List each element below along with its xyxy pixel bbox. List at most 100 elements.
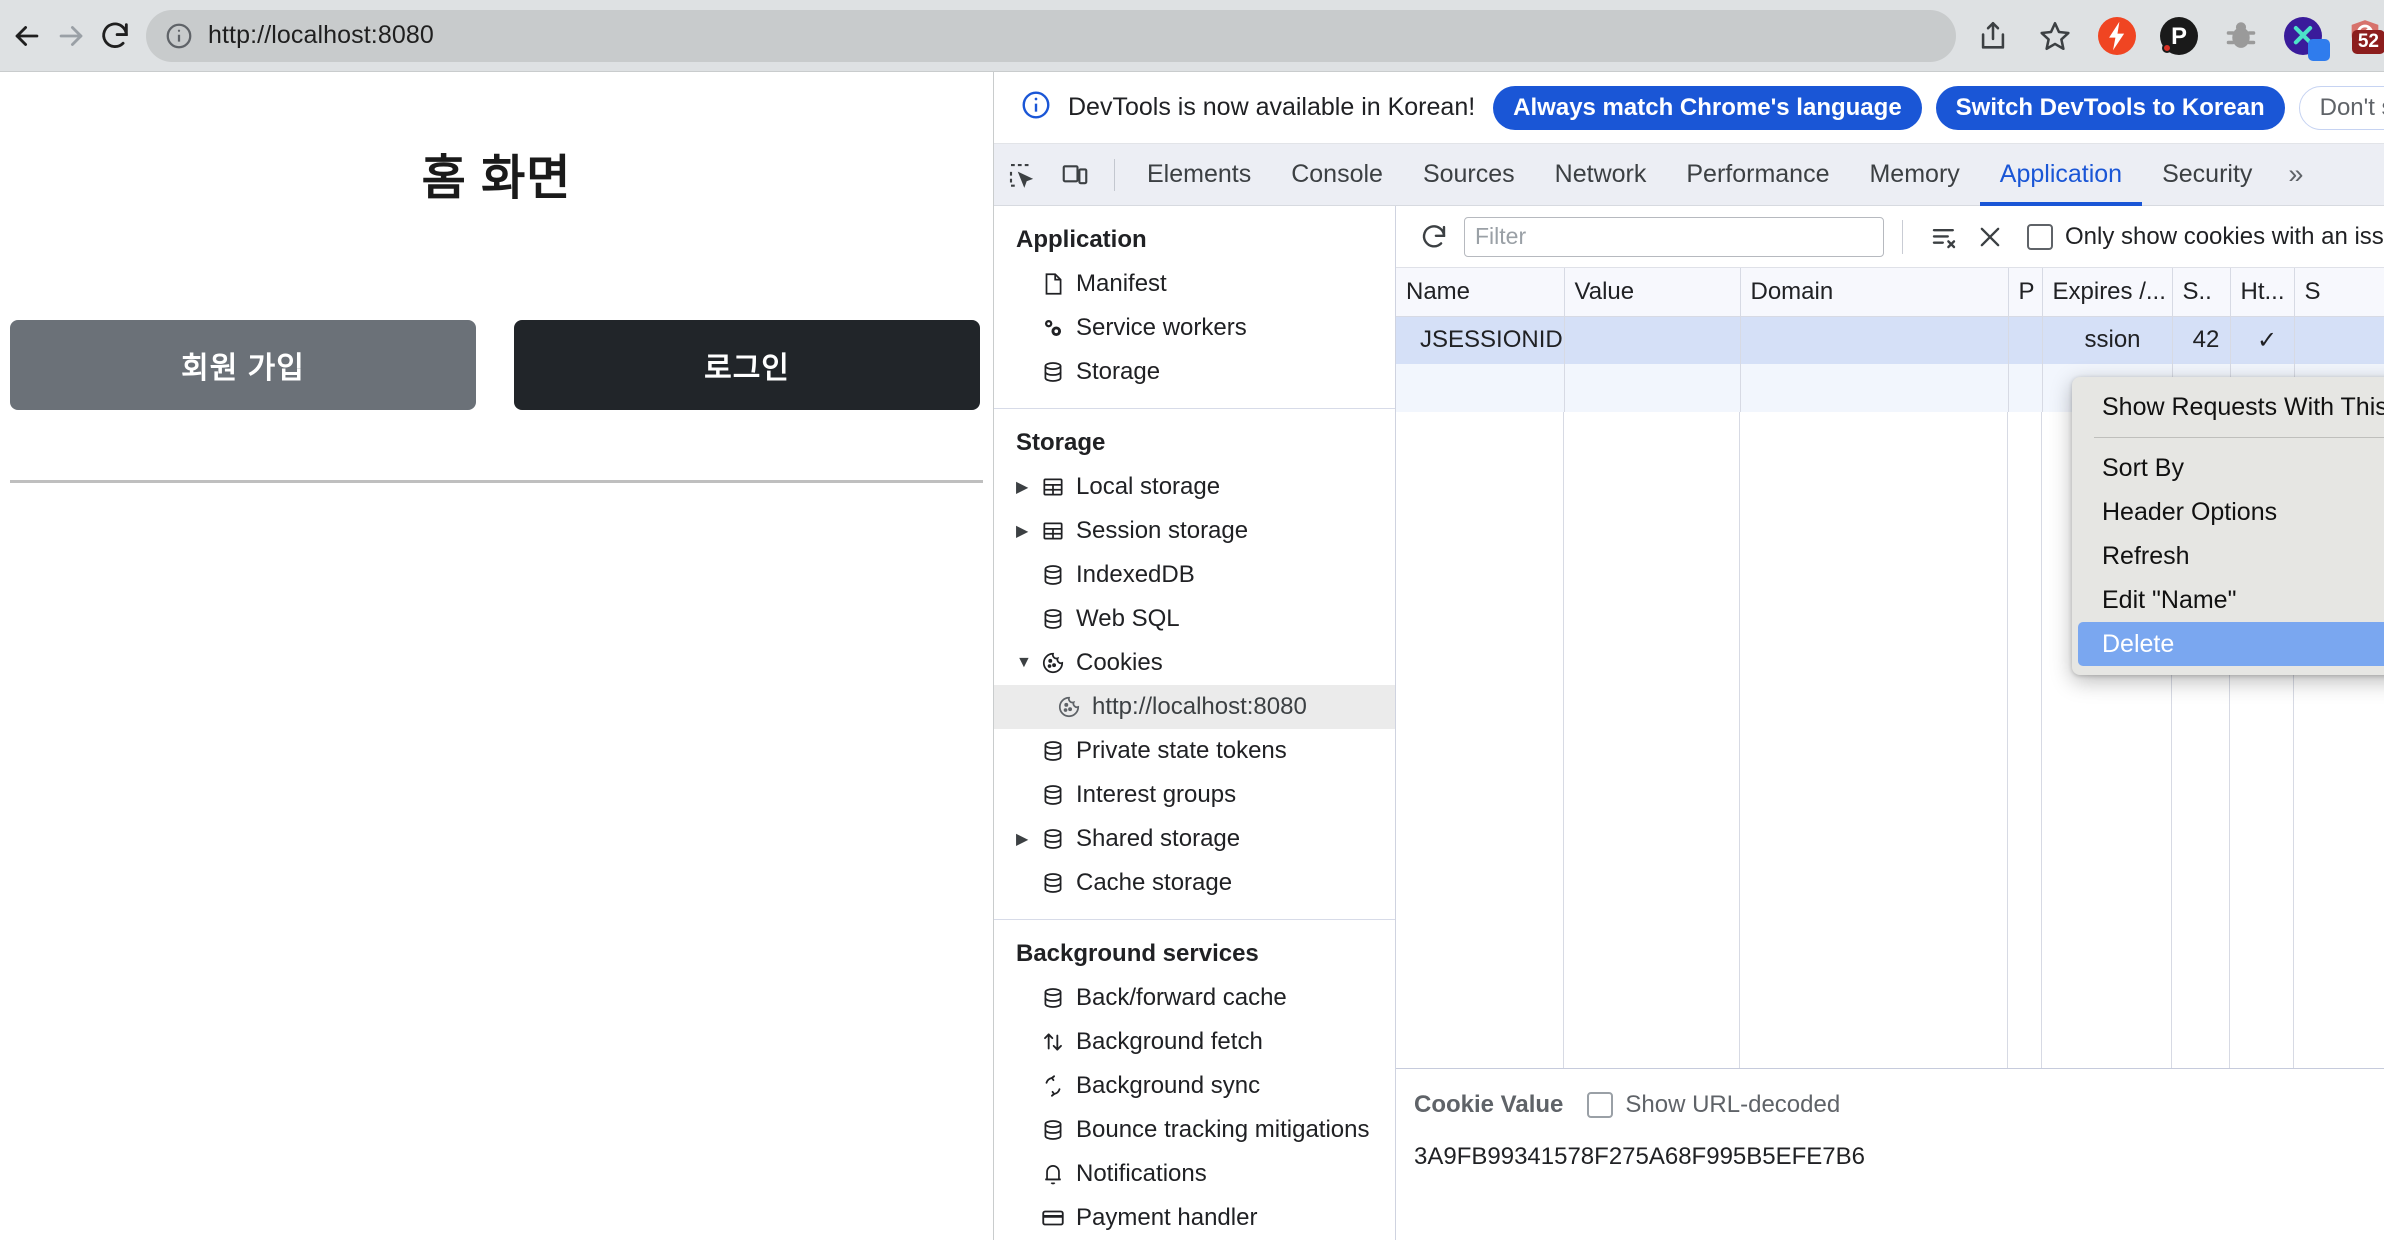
lightning-extension-icon[interactable] bbox=[2086, 5, 2148, 67]
tab-elements[interactable]: Elements bbox=[1127, 144, 1271, 206]
column-header-name[interactable]: Name bbox=[1396, 268, 1565, 317]
clear-all-cookies-icon[interactable] bbox=[1967, 214, 2013, 260]
database-icon bbox=[1040, 562, 1076, 588]
column-header-expires[interactable]: Expires /... bbox=[2042, 268, 2173, 317]
bug-extension-icon[interactable] bbox=[2210, 5, 2272, 67]
refresh-icon[interactable] bbox=[1412, 222, 1456, 252]
only-show-issues-checkbox[interactable] bbox=[2027, 223, 2053, 250]
context-menu-item-label: Refresh bbox=[2102, 541, 2190, 570]
sidebar-item-indexeddb[interactable]: ▶ IndexedDB bbox=[994, 553, 1395, 597]
context-menu-item-label: Edit "Name" bbox=[2102, 585, 2237, 614]
cell-size[interactable]: 42 bbox=[2172, 316, 2231, 364]
sidebar-item-background-fetch[interactable]: ▶ Background fetch bbox=[994, 1020, 1395, 1064]
more-tabs-icon[interactable]: » bbox=[2272, 144, 2319, 206]
context-menu-item-refresh[interactable]: Refresh bbox=[2078, 534, 2384, 578]
context-menu-item-show-requests[interactable]: Show Requests With This Cookie bbox=[2078, 385, 2384, 429]
sidebar-item-private-state-tokens[interactable]: ▶ Private state tokens bbox=[994, 729, 1395, 773]
sidebar-item-label: Back/forward cache bbox=[1076, 984, 1287, 1011]
sidebar-item-label: Bounce tracking mitigations bbox=[1076, 1116, 1370, 1143]
sidebar-item-local-storage[interactable]: ▶ Local storage bbox=[994, 465, 1395, 509]
show-url-decoded-label: Show URL-decoded bbox=[1625, 1091, 1841, 1118]
cell-httponly[interactable]: ✓ bbox=[2230, 316, 2295, 364]
pocket-extension-icon[interactable]: P bbox=[2148, 5, 2210, 67]
sidebar-item-label: Background fetch bbox=[1076, 1028, 1263, 1055]
sidebar-item-service-workers[interactable]: ▶ Service workers bbox=[994, 306, 1395, 350]
sidebar-item-payment-handler[interactable]: ▶ Payment handler bbox=[994, 1196, 1395, 1240]
cell-name[interactable]: JSESSIONID bbox=[1396, 316, 1565, 364]
tab-memory[interactable]: Memory bbox=[1849, 144, 1979, 206]
column-header-domain[interactable]: Domain bbox=[1740, 268, 2009, 317]
sync-icon bbox=[1040, 1073, 1076, 1099]
info-circle-icon[interactable] bbox=[164, 21, 194, 51]
column-header-httponly[interactable]: Ht... bbox=[2230, 268, 2295, 317]
cookie-value-text[interactable]: 3A9FB99341578F275A68F995B5EFE7B6 bbox=[1414, 1143, 2384, 1171]
sidebar-item-cache-storage[interactable]: ▶ Cache storage bbox=[994, 861, 1395, 905]
sidebar-item-background-sync[interactable]: ▶ Background sync bbox=[994, 1064, 1395, 1108]
tab-network[interactable]: Network bbox=[1535, 144, 1667, 206]
sidebar-item-cookies-localhost[interactable]: http://localhost:8080 bbox=[994, 685, 1395, 729]
chevron-down-icon[interactable]: ▼ bbox=[1016, 654, 1040, 672]
table-row[interactable]: JSESSIONID ssion 42 ✓ bbox=[1396, 316, 2384, 364]
reload-button[interactable] bbox=[98, 8, 132, 64]
cell-value[interactable] bbox=[1564, 316, 1741, 364]
sidebar-item-cookies[interactable]: ▼ Cookies bbox=[994, 641, 1395, 685]
inspect-element-icon[interactable] bbox=[994, 148, 1048, 202]
chevron-right-icon[interactable]: ▶ bbox=[1016, 521, 1040, 541]
sidebar-item-shared-storage[interactable]: ▶ Shared storage bbox=[994, 817, 1395, 861]
share-icon[interactable] bbox=[1962, 5, 2024, 67]
x-profile-extension-icon[interactable] bbox=[2272, 5, 2334, 67]
tab-sources[interactable]: Sources bbox=[1403, 144, 1535, 206]
only-show-issues-label: Only show cookies with an iss bbox=[2065, 222, 2384, 250]
filter-input[interactable] bbox=[1464, 216, 1884, 257]
chevron-right-icon[interactable]: ▶ bbox=[1016, 477, 1040, 497]
column-header-secure[interactable]: S bbox=[2294, 268, 2384, 317]
only-show-issues-checkbox-row[interactable]: Only show cookies with an iss bbox=[2027, 223, 2384, 251]
cookie-value-header: Cookie Value Show URL-decoded bbox=[1414, 1091, 2384, 1119]
chevron-right-icon[interactable]: ▶ bbox=[1016, 829, 1040, 849]
column-header-path[interactable]: P bbox=[2008, 268, 2043, 317]
updown-arrows-icon bbox=[1040, 1029, 1076, 1055]
signup-button[interactable]: 회원 가입 bbox=[10, 320, 476, 410]
show-url-decoded-checkbox[interactable] bbox=[1587, 1092, 1614, 1118]
back-button[interactable] bbox=[10, 8, 44, 64]
clear-filtered-cookies-icon[interactable] bbox=[1921, 214, 1967, 260]
tab-performance[interactable]: Performance bbox=[1666, 144, 1849, 206]
sidebar-item-bounce-tracking-mitigations[interactable]: ▶ Bounce tracking mitigations bbox=[994, 1108, 1395, 1152]
sidebar-item-storage[interactable]: ▶ Storage bbox=[994, 350, 1395, 394]
star-icon[interactable] bbox=[2024, 5, 2086, 67]
sidebar-item-notifications[interactable]: ▶ Notifications bbox=[994, 1152, 1395, 1196]
always-match-language-button[interactable]: Always match Chrome's language bbox=[1493, 85, 1922, 130]
column-header-value[interactable]: Value bbox=[1564, 268, 1741, 317]
tab-security[interactable]: Security bbox=[2142, 144, 2272, 206]
adblock-shield-extension-icon[interactable]: 52 bbox=[2334, 5, 2384, 67]
device-toolbar-icon[interactable] bbox=[1048, 148, 1102, 202]
column-header-size[interactable]: S.. bbox=[2172, 268, 2231, 317]
cell-secure[interactable] bbox=[2294, 316, 2384, 364]
application-sidebar: Application ▶ Manifest ▶ Service workers… bbox=[994, 206, 1396, 1240]
cell-domain[interactable] bbox=[1740, 316, 2009, 364]
switch-to-korean-button[interactable]: Switch DevTools to Korean bbox=[1935, 85, 2285, 130]
address-bar[interactable]: http://localhost:8080 bbox=[146, 9, 1956, 62]
login-button[interactable]: 로그인 bbox=[514, 320, 980, 410]
database-icon bbox=[1040, 738, 1076, 764]
context-menu-item-label: Header Options bbox=[2102, 497, 2278, 526]
sidebar-item-manifest[interactable]: ▶ Manifest bbox=[994, 262, 1395, 306]
sidebar-item-back-forward-cache[interactable]: ▶ Back/forward cache bbox=[994, 976, 1395, 1020]
tab-console[interactable]: Console bbox=[1271, 144, 1403, 206]
cookies-pane: Only show cookies with an iss Name Value bbox=[1396, 206, 2384, 1240]
sidebar-section-title: Background services bbox=[1016, 940, 1259, 967]
context-menu-item-header-options[interactable]: Header Options › bbox=[2078, 490, 2384, 534]
sidebar-item-web-sql[interactable]: ▶ Web SQL bbox=[994, 597, 1395, 641]
devtools-tab-bar: Elements Console Sources Network Perform… bbox=[994, 144, 2384, 206]
context-menu-item-delete[interactable]: Delete bbox=[2078, 622, 2384, 666]
sidebar-item-session-storage[interactable]: ▶ Session storage bbox=[994, 509, 1395, 553]
context-menu-item-edit-name[interactable]: Edit "Name" bbox=[2078, 578, 2384, 622]
context-menu-item-sort-by[interactable]: Sort By › bbox=[2078, 446, 2384, 490]
forward-button[interactable] bbox=[54, 8, 88, 64]
dont-show-again-button[interactable]: Don't show again bbox=[2298, 85, 2384, 130]
sidebar-item-interest-groups[interactable]: ▶ Interest groups bbox=[994, 773, 1395, 817]
sidebar-item-label: Payment handler bbox=[1076, 1204, 1258, 1231]
cell-path[interactable] bbox=[2008, 316, 2043, 364]
tab-application[interactable]: Application bbox=[1980, 144, 2142, 206]
cell-expires[interactable]: ssion bbox=[2042, 316, 2173, 364]
